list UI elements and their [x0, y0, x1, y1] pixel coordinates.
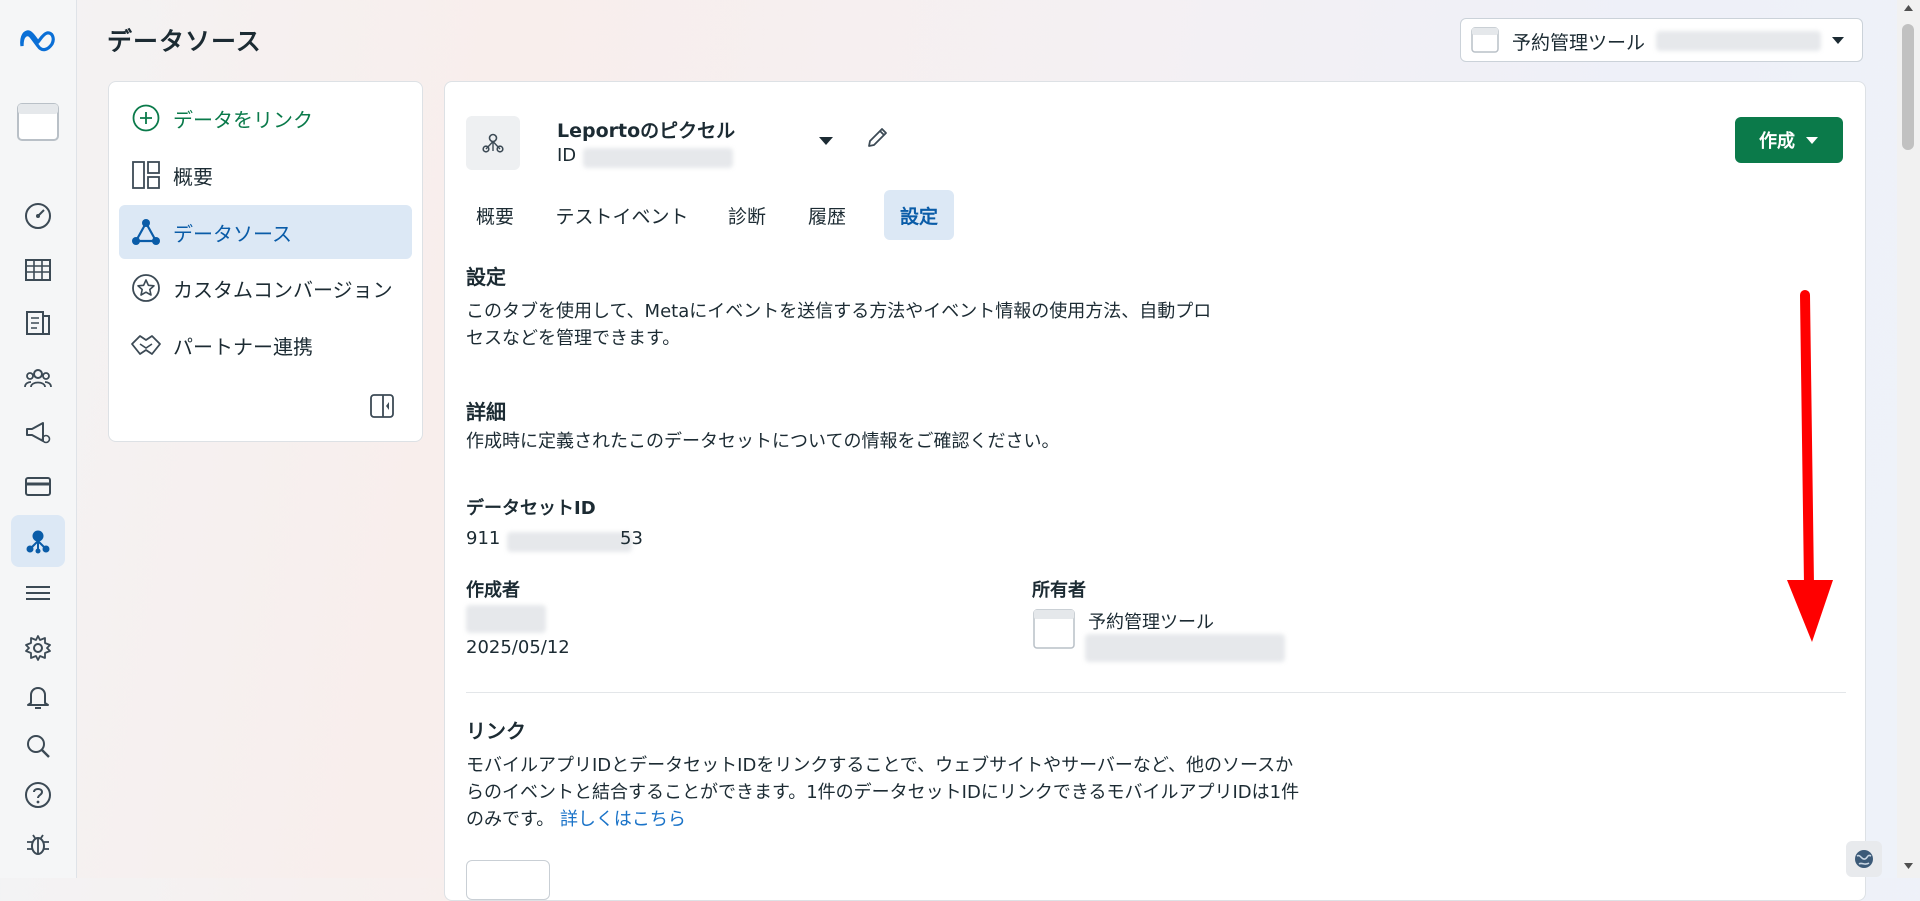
link-description-line2: らのイベントと結合することができます。1件のデータセットIDにリンクできるモバイ… — [466, 782, 1300, 803]
link-description-line1: モバイルアプリIDとデータセットIDをリンクすることで、ウェブサイトやサーバーな… — [466, 755, 1294, 776]
create-button[interactable]: 作成 — [1735, 117, 1843, 163]
scroll-down-icon[interactable] — [1903, 862, 1914, 870]
account-name: 予約管理ツール — [1512, 32, 1646, 54]
details-heading: 詳細 — [466, 400, 506, 424]
link-description-line3: のみです。 詳しくはこちら — [466, 806, 686, 833]
pixel-dropdown-chevron-icon[interactable] — [817, 134, 835, 148]
settings-heading: 設定 — [466, 265, 506, 289]
pixel-name: Leportoのピクセル — [557, 120, 736, 142]
nav-item-label: カスタムコンバージョン — [173, 277, 393, 302]
people-icon[interactable] — [0, 356, 76, 400]
dataset-id-suffix: 53 — [620, 528, 643, 549]
link-data-button[interactable]: データをリンク — [119, 91, 412, 145]
handshake-icon — [129, 328, 163, 362]
business-portfolio-icon — [1471, 27, 1499, 53]
billing-card-icon[interactable] — [0, 464, 76, 508]
notification-bell-icon[interactable] — [0, 675, 76, 719]
nav-item-custom-conversions[interactable]: カスタムコンバージョン — [119, 261, 412, 315]
creator-name-redacted — [466, 605, 546, 633]
tab-settings[interactable]: 設定 — [884, 190, 954, 240]
red-down-arrow-annotation — [1787, 290, 1833, 642]
star-icon — [129, 271, 163, 305]
help-icon[interactable] — [0, 773, 76, 817]
dataset-id-redacted — [507, 532, 632, 552]
nav-panel: データをリンク 概要 データソース カスタムコンバージョン パートナー連携 — [108, 81, 423, 442]
link-heading: リンク — [466, 719, 526, 743]
search-icon[interactable] — [0, 724, 76, 768]
nav-item-label: データソース — [173, 221, 292, 246]
language-globe-icon[interactable] — [1846, 841, 1882, 877]
dashboard-icon[interactable] — [0, 194, 76, 238]
menu-icon[interactable] — [0, 571, 76, 615]
events-manager-icon[interactable] — [0, 519, 76, 563]
meta-logo-icon[interactable] — [0, 18, 76, 62]
tab-history[interactable]: 履歴 — [797, 190, 857, 240]
dataset-id-label: データセットID — [466, 498, 596, 519]
owner-id-redacted — [1085, 634, 1285, 662]
dataset-id-prefix: 911 — [466, 528, 501, 549]
account-id-redacted — [1656, 31, 1821, 51]
creator-label: 作成者 — [466, 580, 520, 601]
nav-item-label: パートナー連携 — [173, 334, 313, 359]
tab-test-events[interactable]: テストイベント — [546, 190, 698, 240]
add-circle-icon — [129, 101, 163, 135]
account-selector[interactable]: 予約管理ツール — [1460, 18, 1863, 62]
table-icon[interactable] — [0, 248, 76, 292]
link-data-label: データをリンク — [173, 107, 313, 132]
collapse-panel-icon[interactable] — [369, 393, 399, 423]
megaphone-icon[interactable] — [0, 410, 76, 454]
business-portfolio-icon — [1033, 609, 1075, 649]
page-title: データソース — [107, 27, 262, 56]
main-card: Leportoのピクセル ID 作成 概要 テストイベント 診断 履歴 設定 設… — [444, 81, 1866, 901]
chevron-down-icon — [1832, 37, 1844, 44]
edit-pencil-icon[interactable] — [865, 124, 891, 150]
settings-gear-icon[interactable] — [0, 626, 76, 670]
settings-description-line1: このタブを使用して、Metaにイベントを送信する方法やイベント情報の使用方法、自… — [466, 301, 1212, 322]
left-rail — [0, 0, 77, 878]
link-description-text: のみです。 — [466, 809, 555, 830]
nav-item-label: 概要 — [173, 164, 213, 189]
learn-more-link[interactable]: 詳しくはこちら — [560, 809, 686, 830]
pixel-id-label: ID — [557, 145, 577, 166]
page-scrollbar[interactable] — [1897, 0, 1920, 878]
link-app-button[interactable] — [466, 860, 550, 900]
owner-label: 所有者 — [1032, 580, 1086, 601]
tab-overview[interactable]: 概要 — [462, 190, 528, 240]
nav-item-overview[interactable]: 概要 — [119, 148, 412, 202]
settings-description-line2: セスなどを管理できます。 — [466, 328, 681, 349]
details-description: 作成時に定義されたこのデータセットについての情報をご確認ください。 — [466, 431, 1060, 452]
pages-icon[interactable] — [0, 301, 76, 345]
owner-name: 予約管理ツール — [1088, 612, 1214, 633]
tab-diagnostics[interactable]: 診断 — [717, 190, 777, 240]
pixel-id-redacted — [583, 148, 733, 168]
section-divider — [466, 692, 1846, 693]
created-date: 2025/05/12 — [466, 637, 570, 658]
scroll-up-icon[interactable] — [1903, 4, 1914, 12]
business-portfolio-icon[interactable] — [0, 100, 76, 144]
bug-report-icon[interactable] — [0, 822, 76, 866]
data-source-icon — [129, 215, 163, 249]
nav-item-partner-integrations[interactable]: パートナー連携 — [119, 318, 412, 372]
create-button-label: 作成 — [1759, 131, 1795, 152]
overview-icon — [129, 158, 163, 192]
nav-item-data-sources[interactable]: データソース — [119, 205, 412, 259]
chevron-down-icon — [1806, 137, 1818, 144]
pixel-icon — [466, 116, 520, 170]
scroll-thumb[interactable] — [1902, 24, 1914, 150]
